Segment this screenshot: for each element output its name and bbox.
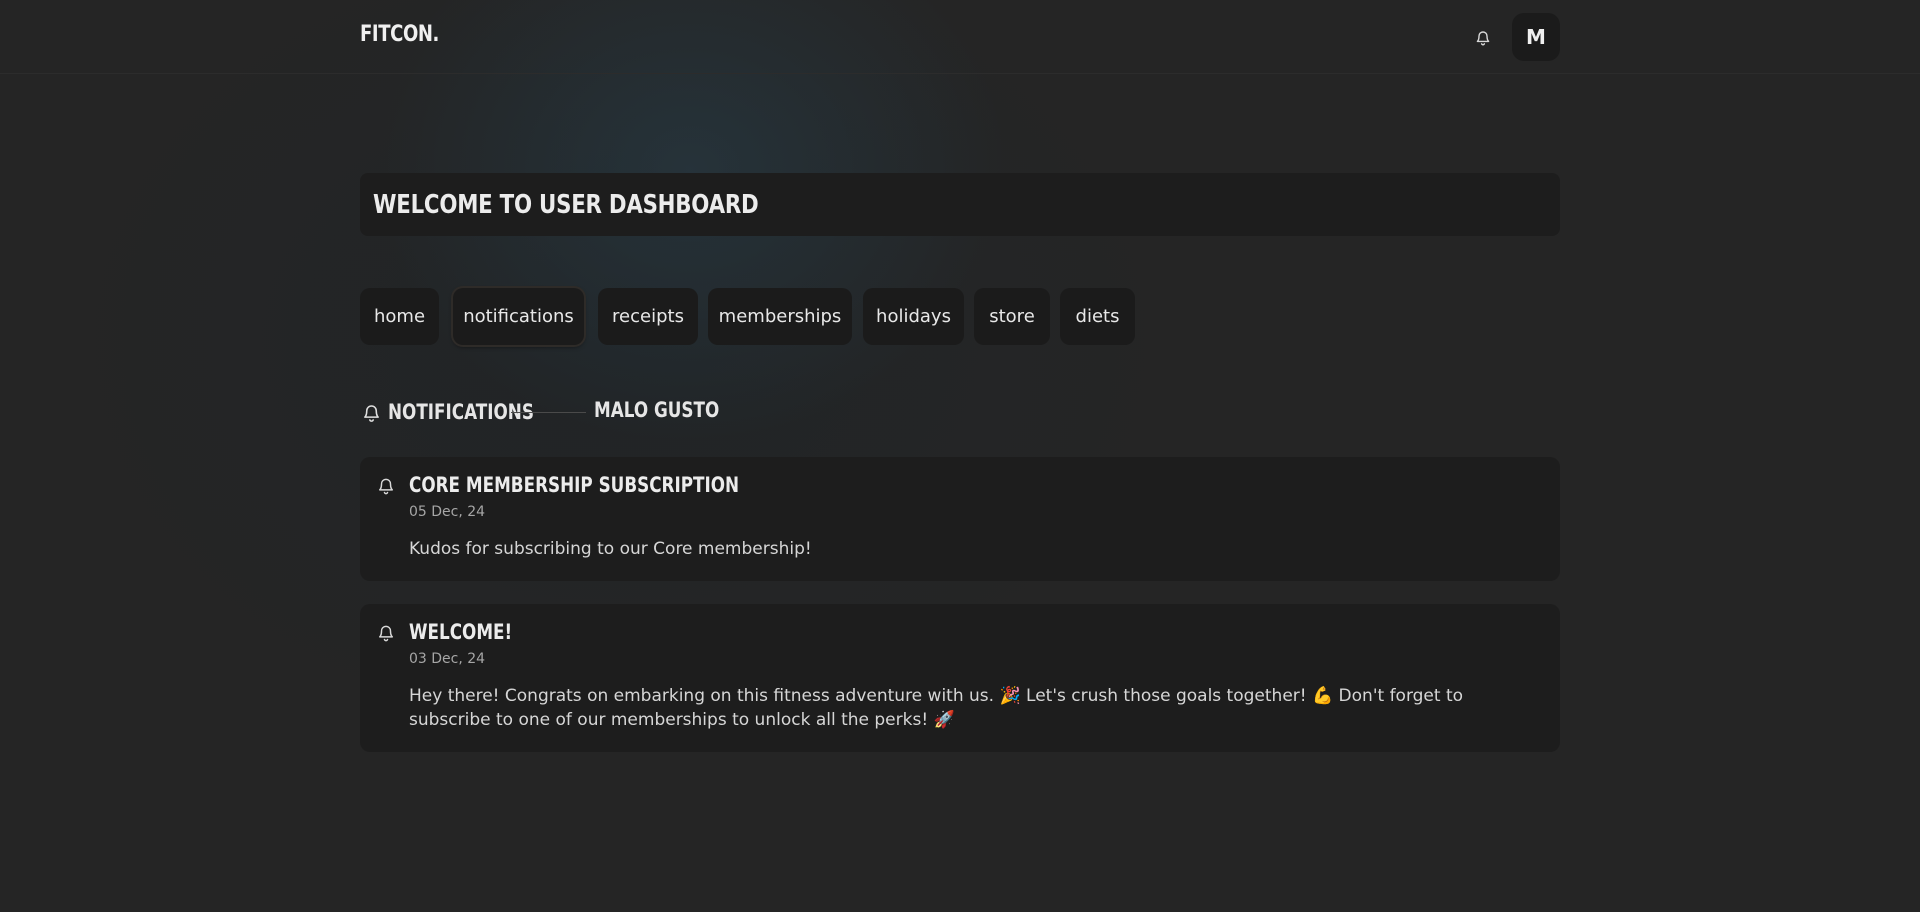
notification-date: 05 Dec, 24 bbox=[409, 504, 486, 520]
tab-label: holidays bbox=[876, 306, 951, 327]
top-bar: FITCON. M bbox=[0, 0, 1920, 74]
brand-logo[interactable]: FITCON. bbox=[360, 22, 439, 47]
tab-label: notifications bbox=[463, 306, 574, 327]
notification-title: WELCOME! bbox=[409, 620, 513, 644]
tab-diets[interactable]: diets bbox=[1060, 288, 1135, 345]
notification-body: Hey there! Congrats on embarking on this… bbox=[409, 686, 1464, 730]
tab-label: home bbox=[373, 306, 426, 327]
bell-icon bbox=[377, 476, 397, 496]
tab-memberships[interactable]: memberships bbox=[708, 288, 852, 345]
notification-body: Kudos for subscribing to our Core member… bbox=[409, 539, 812, 559]
user-name: MALO GUSTO bbox=[594, 398, 720, 422]
tab-label: diets bbox=[1075, 306, 1120, 327]
notification-title: CORE MEMBERSHIP SUBSCRIPTION bbox=[409, 473, 740, 497]
tab-holidays[interactable]: holidays bbox=[863, 288, 964, 345]
avatar-initial: M bbox=[1526, 25, 1546, 49]
notification-card: WELCOME! 03 Dec, 24 Hey there! Congrats … bbox=[360, 604, 1560, 752]
dashboard-page: FITCON. M WELCOME TO USER DASHBOARD home… bbox=[0, 0, 1920, 912]
tab-store[interactable]: store bbox=[974, 288, 1050, 345]
tab-notifications[interactable]: notifications bbox=[453, 288, 584, 345]
notification-card: CORE MEMBERSHIP SUBSCRIPTION 05 Dec, 24 … bbox=[360, 457, 1560, 581]
section-divider bbox=[511, 412, 586, 413]
tab-home[interactable]: home bbox=[360, 288, 439, 345]
bell-icon bbox=[360, 401, 382, 423]
welcome-banner: WELCOME TO USER DASHBOARD bbox=[360, 173, 1560, 236]
page-title: WELCOME TO USER DASHBOARD bbox=[373, 189, 759, 220]
tab-label: receipts bbox=[612, 306, 684, 327]
tab-label: store bbox=[989, 306, 1035, 327]
notification-date: 03 Dec, 24 bbox=[409, 651, 486, 667]
bell-icon[interactable] bbox=[1471, 25, 1495, 49]
avatar[interactable]: M bbox=[1512, 13, 1560, 61]
tab-receipts[interactable]: receipts bbox=[598, 288, 698, 345]
bell-icon bbox=[377, 623, 397, 643]
tab-label: memberships bbox=[718, 306, 842, 327]
